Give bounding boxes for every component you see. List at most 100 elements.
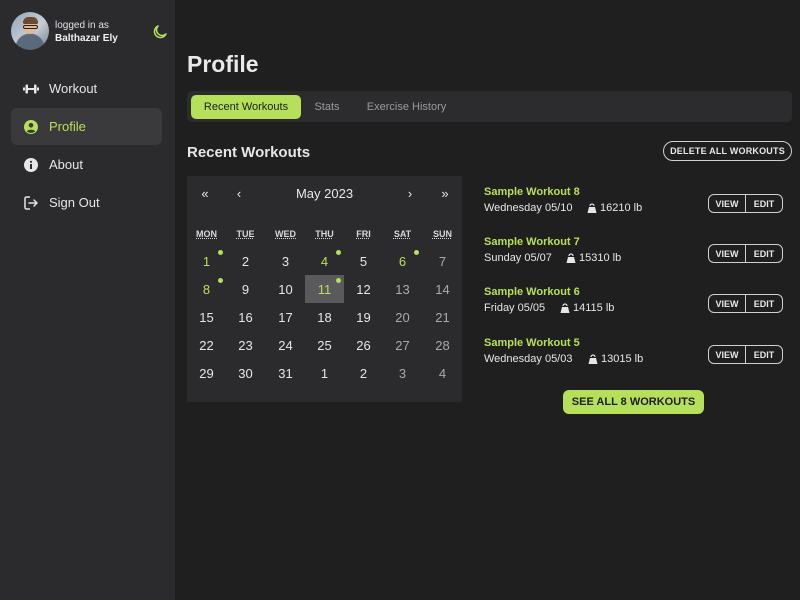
calendar-day[interactable]: 7 — [423, 247, 462, 275]
user-info: logged in as Balthazar Ely — [11, 12, 171, 52]
tab-exercise-history[interactable]: Exercise History — [359, 95, 454, 119]
calendar-day[interactable]: 14 — [423, 275, 462, 303]
sidebar-item-label: About — [49, 157, 83, 172]
calendar-day[interactable]: 25 — [305, 331, 344, 359]
calendar-day[interactable]: 5 — [344, 247, 383, 275]
edit-button[interactable]: EDIT — [745, 195, 782, 212]
sidebar-item-workout[interactable]: Workout — [11, 70, 162, 107]
workout-dot — [218, 278, 223, 283]
calendar-day[interactable]: 2 — [226, 247, 265, 275]
edit-button[interactable]: EDIT — [745, 295, 782, 312]
prev-month-button[interactable]: ‹ — [229, 186, 249, 201]
calendar-day[interactable]: 24 — [266, 331, 305, 359]
calendar-day[interactable]: 13 — [383, 275, 422, 303]
sidebar-item-sign-out[interactable]: Sign Out — [11, 184, 162, 221]
calendar-day[interactable]: 30 — [226, 359, 265, 387]
prev-year-button[interactable]: « — [195, 186, 215, 201]
calendar-day[interactable]: 17 — [266, 303, 305, 331]
workout-name[interactable]: Sample Workout 8 — [484, 186, 580, 198]
calendar-day[interactable]: 19 — [344, 303, 383, 331]
next-month-button[interactable]: › — [400, 186, 420, 201]
workout-date: Friday 05/05 — [484, 302, 546, 314]
recent-workouts-heading: Recent Workouts — [187, 144, 311, 161]
calendar-day[interactable]: 4 — [423, 359, 462, 387]
workout-item: Sample Workout 7 Sunday 05/07 15310 lb V… — [484, 236, 784, 270]
edit-button[interactable]: EDIT — [745, 245, 782, 262]
workout-date: Wednesday 05/03 — [484, 353, 573, 365]
avatar — [11, 12, 49, 50]
workout-name[interactable]: Sample Workout 6 — [484, 286, 580, 298]
weekday-header: SAT — [393, 229, 412, 239]
kettlebell-icon — [566, 253, 576, 263]
workout-dot — [414, 250, 419, 255]
next-year-button[interactable]: » — [435, 186, 455, 201]
workout-date: Sunday 05/07 — [484, 252, 552, 264]
workout-name[interactable]: Sample Workout 5 — [484, 337, 580, 349]
dumbbell-icon — [23, 81, 39, 97]
workout-weight: 15310 lb — [566, 252, 621, 264]
sidebar-nav: Workout Profile About Sign Out — [11, 70, 162, 222]
workout-date: Wednesday 05/10 — [484, 202, 573, 214]
weekday-header: SUN — [432, 229, 452, 239]
weekday-header: MON — [196, 229, 217, 239]
calendar-month-label[interactable]: May 2023 — [277, 186, 372, 201]
calendar-day[interactable]: 28 — [423, 331, 462, 359]
calendar-day[interactable]: 21 — [423, 303, 462, 331]
edit-button[interactable]: EDIT — [745, 346, 782, 363]
calendar-day[interactable]: 26 — [344, 331, 383, 359]
view-button[interactable]: VIEW — [709, 346, 745, 363]
workout-name[interactable]: Sample Workout 7 — [484, 236, 580, 248]
calendar-day[interactable]: 9 — [226, 275, 265, 303]
view-button[interactable]: VIEW — [709, 295, 745, 312]
workout-weight: 14115 lb — [560, 302, 614, 314]
workout-dot — [218, 250, 223, 255]
calendar-day[interactable]: 3 — [383, 359, 422, 387]
page-title: Profile — [187, 51, 259, 77]
workout-dot — [336, 278, 341, 283]
calendar-day[interactable]: 18 — [305, 303, 344, 331]
calendar-day[interactable]: 29 — [187, 359, 226, 387]
calendar-day[interactable]: 6 — [383, 247, 422, 275]
sidebar-item-about[interactable]: About — [11, 146, 162, 183]
workout-item: Sample Workout 5 Wednesday 05/03 13015 l… — [484, 337, 784, 371]
workout-item: Sample Workout 6 Friday 05/05 14115 lb V… — [484, 286, 784, 320]
calendar-day[interactable]: 10 — [266, 275, 305, 303]
calendar-day[interactable]: 27 — [383, 331, 422, 359]
calendar-day[interactable]: 31 — [266, 359, 305, 387]
calendar-day[interactable]: 3 — [266, 247, 305, 275]
workout-item: Sample Workout 8 Wednesday 05/10 16210 l… — [484, 186, 784, 220]
sidebar-item-profile[interactable]: Profile — [11, 108, 162, 145]
workout-weight: 13015 lb — [588, 353, 643, 365]
weekday-header: THU — [315, 229, 334, 239]
delete-all-workouts-button[interactable]: DELETE ALL WORKOUTS — [663, 141, 792, 161]
calendar-day[interactable]: 12 — [344, 275, 383, 303]
calendar-day[interactable]: 20 — [383, 303, 422, 331]
calendar-day[interactable]: 1 — [187, 247, 226, 275]
calendar-day-selected[interactable]: 11 — [305, 275, 344, 303]
calendar-day[interactable]: 22 — [187, 331, 226, 359]
view-button[interactable]: VIEW — [709, 195, 745, 212]
calendar-day[interactable]: 16 — [226, 303, 265, 331]
workout-actions: VIEW EDIT — [708, 294, 783, 313]
calendar-day[interactable]: 1 — [305, 359, 344, 387]
sidebar: logged in as Balthazar Ely Workout Profi… — [0, 0, 175, 600]
info-icon — [23, 157, 39, 173]
see-all-workouts-button[interactable]: SEE ALL 8 WORKOUTS — [563, 390, 704, 414]
calendar-day[interactable]: 8 — [187, 275, 226, 303]
calendar: « ‹ May 2023 › » MON TUE WED THU FRI SAT… — [187, 176, 462, 402]
kettlebell-icon — [587, 203, 597, 213]
sidebar-item-label: Sign Out — [49, 195, 100, 210]
user-name: Balthazar Ely — [55, 33, 118, 44]
moon-icon[interactable] — [151, 23, 169, 41]
calendar-day[interactable]: 15 — [187, 303, 226, 331]
view-button[interactable]: VIEW — [709, 245, 745, 262]
workout-weight: 16210 lb — [587, 202, 642, 214]
tab-stats[interactable]: Stats — [305, 95, 349, 119]
calendar-day[interactable]: 23 — [226, 331, 265, 359]
sign-out-icon — [23, 195, 39, 211]
calendar-day[interactable]: 4 — [305, 247, 344, 275]
weekday-header: TUE — [236, 229, 255, 239]
calendar-day[interactable]: 2 — [344, 359, 383, 387]
weekday-header: WED — [275, 229, 296, 239]
tab-recent-workouts[interactable]: Recent Workouts — [191, 95, 301, 119]
